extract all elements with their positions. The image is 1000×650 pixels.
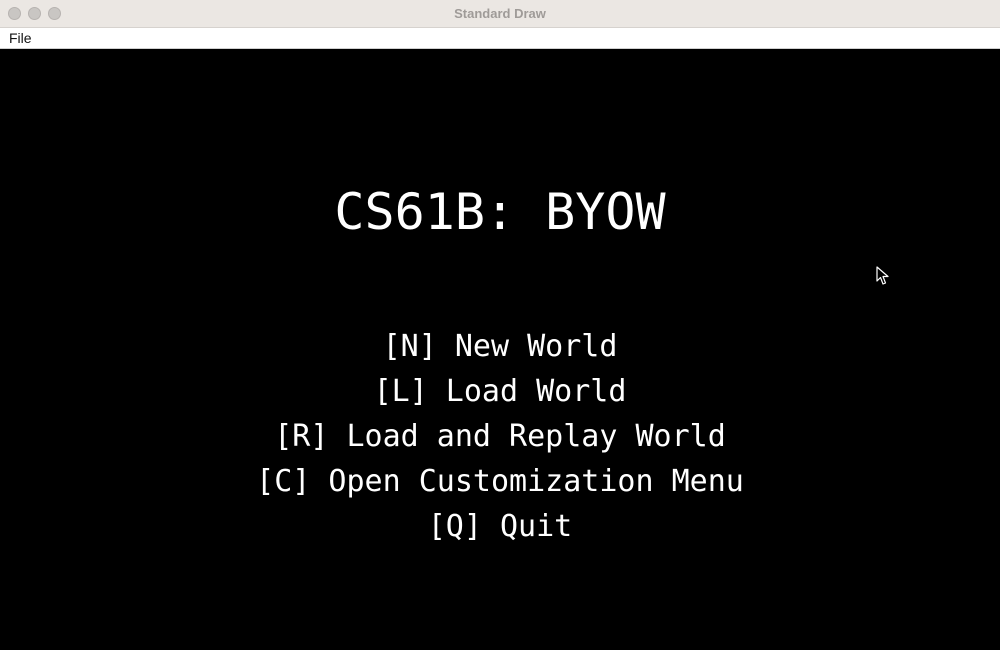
- game-title: CS61B: BYOW: [334, 183, 666, 241]
- menu-file[interactable]: File: [9, 30, 32, 46]
- menu-option-customization[interactable]: [C] Open Customization Menu: [0, 459, 1000, 504]
- menu-option-load-replay[interactable]: [R] Load and Replay World: [0, 414, 1000, 459]
- window-title: Standard Draw: [454, 6, 546, 21]
- title-bar: Standard Draw: [0, 0, 1000, 28]
- app-window: Standard Draw File CS61B: BYOW [N] New W…: [0, 0, 1000, 650]
- draw-canvas[interactable]: CS61B: BYOW [N] New World [L] Load World…: [0, 49, 1000, 650]
- main-menu: [N] New World [L] Load World [R] Load an…: [0, 324, 1000, 549]
- menu-bar: File: [0, 28, 1000, 49]
- arrow-cursor-icon: [876, 266, 889, 285]
- menu-option-new-world[interactable]: [N] New World: [0, 324, 1000, 369]
- menu-option-load-world[interactable]: [L] Load World: [0, 369, 1000, 414]
- menu-option-quit[interactable]: [Q] Quit: [0, 504, 1000, 549]
